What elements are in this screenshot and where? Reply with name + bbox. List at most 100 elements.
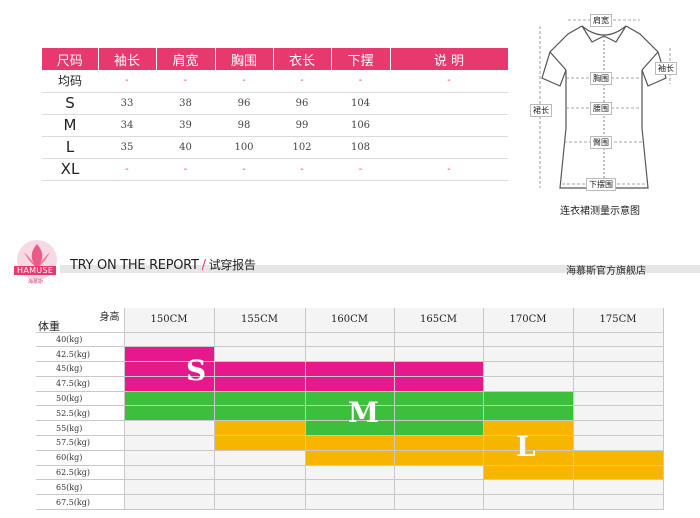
fit-cell-s [214,376,306,392]
table-cell: 104 [331,92,390,115]
size-table-header: 尺码 袖长 肩宽 胸围 衣长 下摆 说 明 [42,48,509,70]
table-cell: 96 [273,92,331,115]
fit-cell-empty [394,494,484,511]
table-cell: - [390,158,508,181]
table-cell: 38 [156,92,215,115]
fit-cell-empty [573,391,664,407]
weight-label: 52.5(kg) [36,405,125,422]
size-letter-s: S [186,354,207,387]
fit-cell-l [573,450,664,466]
height-header: 165CM [394,308,484,333]
table-cell: - [215,70,273,93]
weight-label: 57.5(kg) [36,435,125,451]
weight-label: 50(kg) [36,391,125,407]
fit-cell-l [305,435,395,451]
fit-cell-empty [573,376,664,392]
fit-cell-empty [124,494,215,511]
fit-cell-m [483,405,574,422]
fit-cell-empty [305,346,395,363]
table-cell: - [390,70,508,93]
fit-cell-empty [124,465,215,481]
header-hem: 下摆 [331,48,391,70]
diagram-caption: 连衣裙测量示意图 [560,206,640,217]
weight-row: 45(kg) [36,361,664,377]
fit-cell-l [394,435,484,451]
label-sleeve: 袖长 [655,62,677,75]
weight-label: 47.5(kg) [36,376,125,392]
table-cell: - [215,158,273,181]
fit-cell-empty [305,465,395,481]
fit-cell-empty [305,494,395,511]
table-cell: - [156,158,215,181]
size-name: 均码 [42,70,98,93]
fit-cell-empty [394,346,484,363]
size-letter-l: L [516,430,536,463]
label-hem: 下摆围 [586,178,616,191]
table-cell: 39 [156,114,215,137]
header-notes: 说 明 [390,48,509,70]
table-row: L 35 40 100 102 108 [42,136,508,159]
fit-cell-empty [573,479,664,496]
size-name: L [42,136,98,159]
fit-cell-empty [124,332,215,348]
weight-label: 55(kg) [36,420,125,437]
weight-row: 40(kg) [36,332,664,348]
table-row: S 33 38 96 96 104 [42,92,508,115]
fit-cell-m [214,405,306,422]
logo-subtext: 海慕斯 [28,279,44,285]
size-name: S [42,92,98,115]
table-cell: - [273,70,331,93]
label-waist: 腰围 [590,102,612,115]
fit-cell-empty [573,494,664,511]
table-cell: - [273,158,331,181]
fit-cell-empty [305,332,395,348]
fit-cell-m [214,391,306,407]
height-header: 160CM [305,308,395,333]
table-cell: 35 [98,136,156,159]
fit-cell-empty [483,376,574,392]
table-cell: 33 [98,92,156,115]
size-letter-m: M [348,396,379,429]
header-size: 尺码 [42,48,99,70]
fit-cell-empty [394,332,484,348]
fit-cell-empty [305,479,395,496]
header-shoulder: 肩宽 [156,48,216,70]
height-header-row: 身高 体重 150CM 155CM 160CM 165CM 170CM 175C… [36,308,664,333]
fit-cell-l [214,420,306,437]
table-cell [390,136,508,159]
fit-cell-empty [573,435,664,451]
fit-cell-l [214,435,306,451]
fit-cell-m [394,405,484,422]
table-cell [390,92,508,115]
fit-cell-s [305,376,395,392]
fit-cell-empty [124,435,215,451]
label-hip: 臀围 [590,136,612,149]
label-shoulder: 肩宽 [590,14,612,27]
weight-axis-label: 体重 [38,319,60,333]
fit-cell-l [573,465,664,481]
logo-text: HAMUSE [14,266,57,275]
weight-row: 42.5(kg) [36,346,664,363]
weight-row: 62.5(kg) [36,465,664,481]
size-name: M [42,114,98,137]
table-cell [390,114,508,137]
table-cell: - [98,70,156,93]
report-title-en: TRY ON THE REPORT [70,258,199,273]
fit-cell-l [305,450,395,466]
fit-cell-empty [394,479,484,496]
height-header: 170CM [483,308,574,333]
fit-cell-empty [483,346,574,363]
dress-measurement-diagram: 肩宽 袖长 胸围 腰围 臀围 裙长 下摆围 [520,8,690,198]
fit-cell-s [214,361,306,377]
fit-cell-l [483,465,574,481]
fit-cell-s [394,361,484,377]
table-cell: 34 [98,114,156,137]
weight-row: 57.5(kg) [36,435,664,451]
table-cell: 96 [215,92,273,115]
fit-cell-empty [573,405,664,422]
height-header: 155CM [214,308,306,333]
fit-cell-empty [124,450,215,466]
title-slash: / [201,258,206,273]
fit-cell-empty [214,346,306,363]
header-length: 衣长 [273,48,332,70]
